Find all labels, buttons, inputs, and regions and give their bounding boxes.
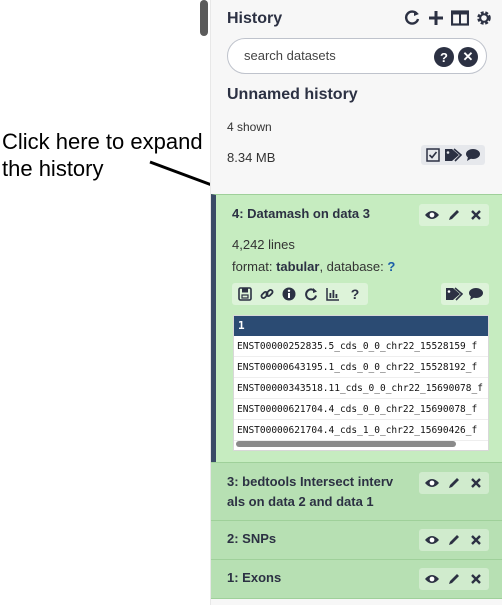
line-count: 4,242 lines (232, 237, 295, 252)
tags-icon[interactable] (444, 147, 462, 163)
history-size: 8.34 MB (227, 150, 276, 165)
tags-icon[interactable] (444, 285, 464, 303)
delete-icon[interactable] (467, 206, 485, 224)
info-icon[interactable] (279, 285, 299, 303)
eye-icon[interactable] (423, 474, 441, 492)
peek-header: 1 (234, 316, 488, 336)
comment-icon[interactable] (464, 147, 482, 163)
dataset-1[interactable]: 1: Exons (211, 559, 502, 599)
eye-icon[interactable] (423, 531, 441, 549)
delete-icon[interactable] (467, 531, 485, 549)
format-label: format: (232, 259, 273, 274)
pencil-icon[interactable] (445, 570, 463, 588)
eye-icon[interactable] (423, 206, 441, 224)
database-label: , database: (319, 259, 384, 274)
database-value[interactable]: ? (387, 259, 395, 274)
format-info: format: tabular, database: ? (232, 259, 395, 274)
history-size-actions (421, 145, 485, 165)
dataset-title[interactable]: 4: Datamash on data 3 (232, 204, 370, 224)
shown-count: 4 shown (227, 120, 272, 134)
dataset-title[interactable]: 3: bedtools Intersect interv als on data… (227, 472, 393, 512)
delete-icon[interactable] (467, 570, 485, 588)
dataset-title-line-1: 3: bedtools Intersect interv (227, 474, 394, 489)
dataset-tools: ? (232, 283, 368, 305)
dataset-tag-tools (441, 283, 489, 305)
pencil-icon[interactable] (445, 474, 463, 492)
annotation-line-1: Click here to expand (2, 129, 203, 154)
dataset-3[interactable]: 3: bedtools Intersect interv als on data… (211, 462, 502, 520)
peek-row: ENST00000621704.4_cds_1_0_chr22_15690426… (234, 420, 488, 441)
annotation-callout: Click here to expand the history (2, 128, 227, 182)
history-title: History (227, 10, 283, 27)
dataset-title[interactable]: 2: SNPs (227, 529, 276, 549)
eye-icon[interactable] (423, 570, 441, 588)
select-checkbox-icon[interactable] (424, 147, 442, 163)
history-panel: History search datasets ? ✕ Unnamed hist… (210, 0, 502, 605)
search-box: search datasets ? ✕ (227, 38, 487, 74)
question-icon[interactable]: ? (345, 285, 365, 303)
history-name[interactable]: Unnamed history (227, 86, 358, 104)
search-input[interactable]: search datasets (244, 48, 424, 63)
delete-icon[interactable] (467, 474, 485, 492)
plus-icon[interactable] (427, 8, 445, 28)
pencil-icon[interactable] (445, 206, 463, 224)
columns-icon[interactable] (451, 8, 469, 28)
pencil-icon[interactable] (445, 531, 463, 549)
save-icon[interactable] (235, 285, 255, 303)
dataset-peek: 1 ENST00000252835.5_cds_0_0_chr22_155281… (233, 315, 489, 451)
help-icon[interactable]: ? (434, 47, 454, 67)
refresh-icon[interactable] (403, 8, 421, 28)
scrollbar-thumb[interactable] (200, 0, 208, 36)
dataset-4-expanded[interactable]: 4: Datamash on data 3 4,242 lines format… (211, 194, 502, 462)
peek-scrollbar[interactable] (236, 441, 456, 447)
peek-row: ENST00000621704.4_cds_0_0_chr22_15690078… (234, 399, 488, 420)
dataset-2[interactable]: 2: SNPs (211, 520, 502, 559)
peek-row: ENST00000343518.11_cds_0_0_chr22_1569007… (234, 378, 488, 399)
visualize-icon[interactable] (323, 285, 343, 303)
annotation-line-2: the history (2, 156, 104, 181)
dataset-title-line-2: als on data 2 and data 1 (227, 494, 374, 509)
gear-icon[interactable] (475, 8, 493, 28)
comment-icon[interactable] (466, 285, 486, 303)
dataset-title[interactable]: 1: Exons (227, 568, 281, 588)
rerun-icon[interactable] (301, 285, 321, 303)
peek-row: ENST00000643195.1_cds_0_0_chr22_15528192… (234, 357, 488, 378)
history-header: History (227, 8, 493, 30)
link-icon[interactable] (257, 285, 277, 303)
format-value: tabular (276, 259, 320, 274)
clear-icon[interactable]: ✕ (458, 47, 478, 67)
peek-row: ENST00000252835.5_cds_0_0_chr22_15528159… (234, 336, 488, 357)
